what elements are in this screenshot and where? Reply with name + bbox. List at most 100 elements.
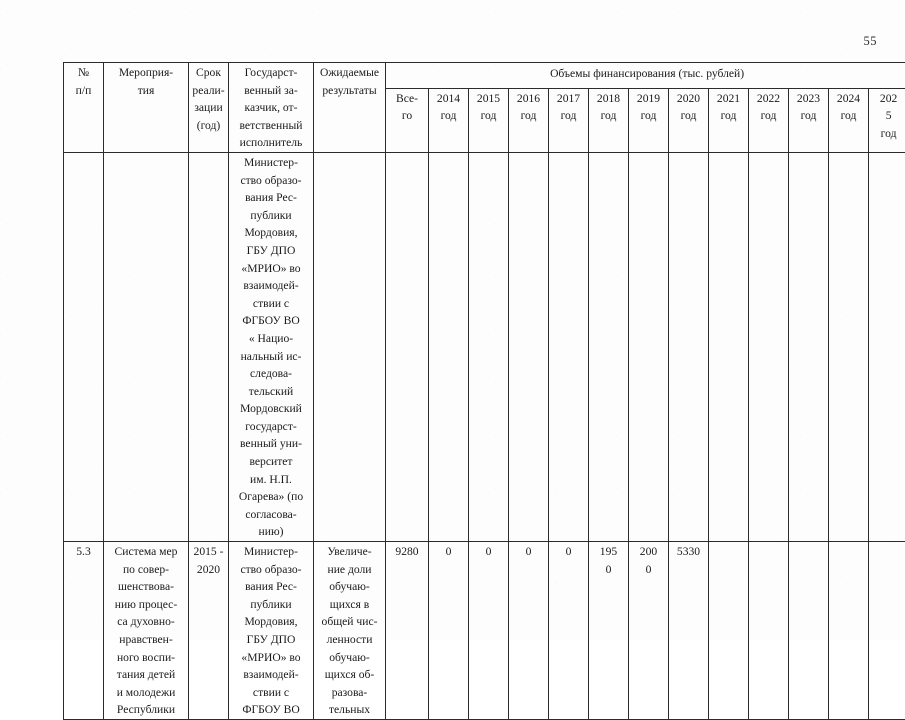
header-col-year-2021: 2021 год bbox=[709, 88, 749, 152]
header-year-2022-line2: год bbox=[751, 107, 786, 125]
header-col-event: Мероприя- тия bbox=[104, 63, 189, 153]
cell-year-2014 bbox=[429, 152, 469, 541]
cell-year-2023 bbox=[789, 152, 829, 541]
header-year-2014-line1: 2014 bbox=[431, 90, 466, 108]
text-line: вания Рес- bbox=[231, 578, 311, 596]
header-year-2024-line2: год bbox=[831, 107, 866, 125]
financing-table-container: № п/п Мероприя- тия Срок реали- зации (г… bbox=[63, 62, 873, 720]
header-col-customer: Государст- венный за- казчик, от- ветств… bbox=[229, 63, 314, 153]
text-line: верситет bbox=[231, 453, 311, 471]
header-col-year-2024: 2024 год bbox=[829, 88, 869, 152]
text-line: взаимодей- bbox=[231, 666, 311, 684]
cell-results bbox=[314, 152, 386, 541]
text-line: венный уни- bbox=[231, 435, 311, 453]
header-year-2019-line1: 2019 bbox=[631, 90, 666, 108]
cell-year-2020 bbox=[669, 152, 709, 541]
cell-year-2019: 2000 bbox=[629, 542, 669, 720]
header-col-number-line2: п/п bbox=[66, 82, 101, 100]
cell-event: Система мерпо совер-шенствова-нию процес… bbox=[104, 542, 189, 720]
financing-table: № п/п Мероприя- тия Срок реали- зации (г… bbox=[63, 62, 905, 720]
header-col-results: Ожидаемые результаты bbox=[314, 63, 386, 153]
header-year-2020-line1: 2020 bbox=[671, 90, 706, 108]
header-col-customer-line1: Государст- bbox=[231, 64, 311, 82]
cell-year-2021 bbox=[709, 152, 749, 541]
cell-term: 2015 -2020 bbox=[189, 542, 229, 720]
cell-year-2024 bbox=[829, 152, 869, 541]
text-line: разова- bbox=[316, 684, 383, 702]
cell-number bbox=[64, 152, 104, 541]
text-line: вания Рес- bbox=[231, 189, 311, 207]
cell-event bbox=[104, 152, 189, 541]
header-col-year-2025: 202 5 год bbox=[869, 88, 905, 152]
header-col-results-line2: результаты bbox=[316, 82, 383, 100]
header-year-2024-line1: 2024 bbox=[831, 90, 866, 108]
text-line: 200 bbox=[631, 543, 666, 561]
header-year-2023-line2: год bbox=[791, 107, 826, 125]
cell-year-2016: 0 bbox=[509, 542, 549, 720]
header-col-term-line4: (год) bbox=[191, 117, 226, 135]
header-year-2014-line2: год bbox=[431, 107, 466, 125]
text-line: тельский bbox=[231, 383, 311, 401]
text-line: и молодежи bbox=[106, 684, 186, 702]
header-financing-group: Объемы финансирования (тыс. рублей) bbox=[386, 63, 905, 89]
text-line: Мордовия, bbox=[231, 613, 311, 631]
text-line: щихся об- bbox=[316, 666, 383, 684]
cell-year-2025 bbox=[869, 152, 905, 541]
cell-customer: Министер-ство образо-вания Рес-публикиМо… bbox=[229, 152, 314, 541]
cell-year-2025 bbox=[869, 542, 905, 720]
text-line: Увеличе- bbox=[316, 543, 383, 561]
header-col-customer-line5: исполнитель bbox=[231, 134, 311, 152]
header-year-2020-line2: год bbox=[671, 107, 706, 125]
text-line: нальный ис- bbox=[231, 348, 311, 366]
header-year-2025-line2: 5 bbox=[871, 107, 905, 125]
header-year-2016-line1: 2016 bbox=[511, 90, 546, 108]
text-line: ФГБОУ ВО bbox=[231, 701, 311, 719]
header-col-year-2023: 2023 год bbox=[789, 88, 829, 152]
cell-year-2014: 0 bbox=[429, 542, 469, 720]
text-line: ние доли bbox=[316, 561, 383, 579]
text-line: шенствова- bbox=[106, 578, 186, 596]
text-line: «МРИО» во bbox=[231, 260, 311, 278]
text-line: ство образо- bbox=[231, 561, 311, 579]
header-year-2025-line1: 202 bbox=[871, 90, 905, 108]
cell-results: Увеличе-ние долиобучаю-щихся вобщей чис-… bbox=[314, 542, 386, 720]
cell-year-2020: 5330 bbox=[669, 542, 709, 720]
table-header: № п/п Мероприя- тия Срок реали- зации (г… bbox=[64, 63, 905, 153]
header-year-2016-line2: год bbox=[511, 107, 546, 125]
header-col-customer-line2: венный за- bbox=[231, 82, 311, 100]
header-col-event-line2: тия bbox=[106, 82, 186, 100]
header-col-year-2019: 2019 год bbox=[629, 88, 669, 152]
text-line: обучаю- bbox=[316, 578, 383, 596]
header-year-2025-line3: год bbox=[871, 125, 905, 143]
text-line: публики bbox=[231, 596, 311, 614]
table-row: Министер-ство образо-вания Рес-публикиМо… bbox=[64, 152, 905, 541]
text-line: ного воспи- bbox=[106, 649, 186, 667]
text-line: следова- bbox=[231, 365, 311, 383]
text-line: Мордовский bbox=[231, 400, 311, 418]
header-year-2023-line1: 2023 bbox=[791, 90, 826, 108]
text-line: взаимодей- bbox=[231, 277, 311, 295]
text-line: « Нацио- bbox=[231, 330, 311, 348]
text-line: «МРИО» во bbox=[231, 649, 311, 667]
cell-year-2017: 0 bbox=[549, 542, 589, 720]
table-body: Министер-ство образо-вания Рес-публикиМо… bbox=[64, 152, 905, 719]
text-line: нию) bbox=[231, 523, 311, 541]
header-year-2017-line1: 2017 bbox=[551, 90, 586, 108]
text-line: Министер- bbox=[231, 543, 311, 561]
cell-year-2021 bbox=[709, 542, 749, 720]
header-col-term: Срок реали- зации (год) bbox=[189, 63, 229, 153]
header-col-number: № п/п bbox=[64, 63, 104, 153]
header-col-year-2015: 2015 год bbox=[469, 88, 509, 152]
header-col-year-2016: 2016 год bbox=[509, 88, 549, 152]
text-line: щихся в bbox=[316, 596, 383, 614]
cell-year-2024 bbox=[829, 542, 869, 720]
header-year-2021-line2: год bbox=[711, 107, 746, 125]
header-year-2018-line1: 2018 bbox=[591, 90, 626, 108]
table-row: 5.3 Система мерпо совер-шенствова-нию пр… bbox=[64, 542, 905, 720]
text-line: ствии с bbox=[231, 295, 311, 313]
header-col-customer-line3: казчик, от- bbox=[231, 99, 311, 117]
header-year-2021-line1: 2021 bbox=[711, 90, 746, 108]
text-line: публики bbox=[231, 207, 311, 225]
text-line: Республики bbox=[106, 701, 186, 719]
text-line: са духовно- bbox=[106, 613, 186, 631]
